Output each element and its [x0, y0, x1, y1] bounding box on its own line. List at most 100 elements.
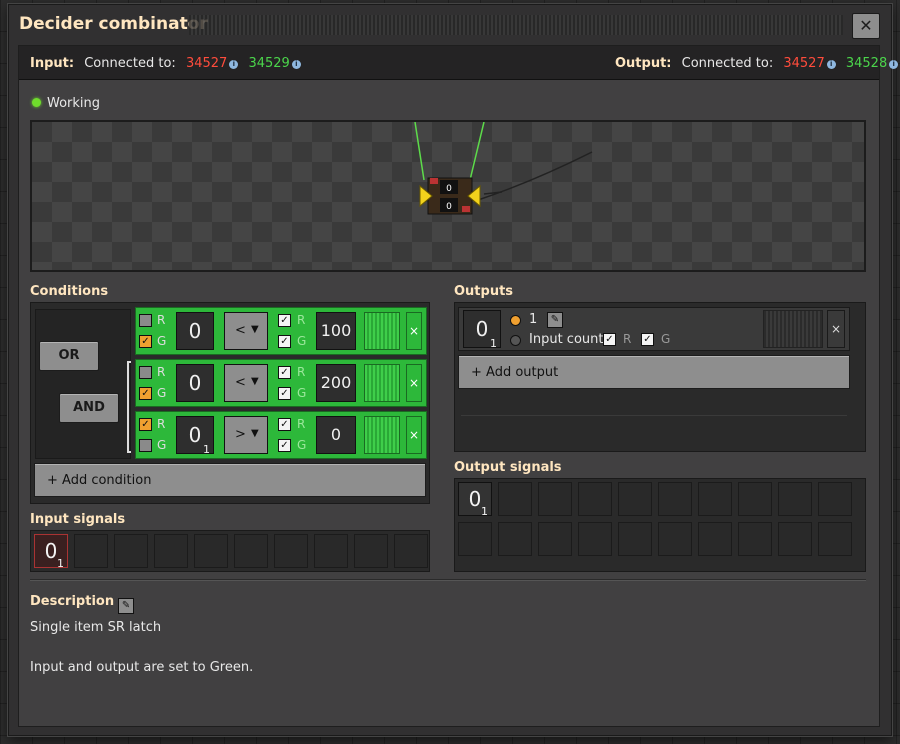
svg-text:0: 0: [446, 202, 452, 212]
left-red-checkbox[interactable]: [139, 314, 152, 327]
info-icon[interactable]: i: [826, 60, 836, 69]
or-button[interactable]: OR: [39, 341, 99, 371]
comparator-value: >: [235, 427, 246, 442]
comparator-dropdown[interactable]: > ▼: [224, 416, 268, 454]
comparator-dropdown[interactable]: < ▼: [224, 364, 268, 402]
condition-drag-handle[interactable]: [364, 364, 400, 402]
info-icon[interactable]: i: [291, 60, 301, 69]
signal-value: 0: [475, 317, 489, 341]
constant-value-field[interactable]: 200: [316, 364, 356, 402]
add-output-label: + Add output: [471, 365, 559, 380]
green-label: G: [157, 438, 167, 452]
output-signal-slot[interactable]: 0 1: [458, 482, 492, 518]
right-red-checkbox[interactable]: ✓: [278, 314, 291, 327]
output-signal-slot[interactable]: 0 1: [463, 310, 501, 350]
info-icon[interactable]: i: [229, 60, 239, 69]
delete-condition-button[interactable]: ×: [406, 416, 422, 454]
divider: [461, 415, 847, 416]
section-divider: [30, 579, 866, 581]
output-green-checkbox[interactable]: ✓: [641, 333, 654, 346]
constant-value-field[interactable]: 0: [316, 416, 356, 454]
left-red-checkbox[interactable]: [139, 366, 152, 379]
left-green-checkbox[interactable]: ✓: [139, 387, 152, 400]
green-label: G: [297, 386, 307, 400]
left-green-checkbox[interactable]: [139, 439, 152, 452]
input-count-radio[interactable]: [510, 335, 521, 346]
close-button[interactable]: ✕: [852, 13, 880, 39]
right-green-checkbox[interactable]: ✓: [278, 335, 291, 348]
outputs-title: Outputs: [454, 284, 514, 299]
right-red-checkbox[interactable]: ✓: [278, 418, 291, 431]
empty-signal-slot: [538, 522, 572, 556]
constant-radio[interactable]: [510, 315, 521, 326]
first-signal-slot[interactable]: 0: [176, 312, 214, 350]
empty-signal-slot: [578, 522, 612, 556]
input-label: Input:: [30, 56, 75, 71]
title-bar[interactable]: Decider combinator ✕: [9, 5, 891, 43]
window-title: Decider combinator: [19, 14, 208, 34]
info-icon[interactable]: i: [889, 60, 899, 69]
status-indicator: Working: [32, 96, 100, 111]
left-green-checkbox[interactable]: ✓: [139, 335, 152, 348]
output-red-network-id: 34527: [783, 56, 825, 71]
first-signal-slot[interactable]: 0: [176, 364, 214, 402]
left-red-checkbox[interactable]: ✓: [139, 418, 152, 431]
empty-signal-slot: [394, 534, 428, 568]
delete-condition-button[interactable]: ×: [406, 364, 422, 402]
input-signal-slot[interactable]: 0 1: [34, 534, 68, 570]
edit-constant-button[interactable]: ✎: [547, 312, 563, 328]
empty-signal-slot: [114, 534, 148, 568]
condition-row: R ✓ G 0 < ▼ ✓ R ✓ G 200 ×: [135, 359, 427, 407]
red-label: R: [157, 417, 166, 431]
green-label: G: [297, 438, 307, 452]
delete-condition-button[interactable]: ×: [406, 312, 422, 350]
right-red-checkbox[interactable]: ✓: [278, 366, 291, 379]
comparator-dropdown[interactable]: < ▼: [224, 312, 268, 350]
first-signal-slot[interactable]: 0 1: [176, 416, 214, 456]
red-label: R: [297, 365, 306, 379]
and-button[interactable]: AND: [59, 393, 119, 423]
description-line-2: Input and output are set to Green.: [30, 660, 254, 675]
status-led-icon: [32, 98, 41, 107]
edit-description-button[interactable]: ✎: [118, 598, 135, 614]
constant-value-field[interactable]: 100: [316, 312, 356, 350]
output-drag-handle[interactable]: [763, 310, 823, 348]
input-connections: Input: Connected to: 34527 i 34529 i: [30, 56, 301, 71]
empty-signal-slot: [698, 522, 732, 556]
condition-drag-handle[interactable]: [364, 416, 400, 454]
empty-signal-slot: [698, 482, 732, 516]
signal-value: 0: [188, 371, 202, 395]
output-row: 0 1 1 ✎ Input count ✓ R ✓ G ×: [458, 307, 850, 351]
signal-value: 0: [188, 319, 202, 343]
add-condition-button[interactable]: + Add condition: [34, 463, 426, 497]
comparator-value: <: [235, 323, 246, 338]
red-label: R: [157, 365, 166, 379]
signal-subscript: 1: [203, 443, 210, 456]
condition-drag-handle[interactable]: [364, 312, 400, 350]
signal-subscript: 1: [490, 337, 497, 350]
description-title: Description: [30, 594, 115, 609]
empty-signal-slot: [498, 522, 532, 556]
drag-handle[interactable]: [189, 15, 843, 35]
green-label: G: [297, 334, 307, 348]
add-output-button[interactable]: + Add output: [458, 355, 850, 389]
output-red-checkbox[interactable]: ✓: [603, 333, 616, 346]
empty-signal-slot: [778, 522, 812, 556]
output-signals-title: Output signals: [454, 460, 562, 475]
right-green-checkbox[interactable]: ✓: [278, 387, 291, 400]
right-green-checkbox[interactable]: ✓: [278, 439, 291, 452]
empty-signal-slot: [458, 522, 492, 556]
empty-signal-slot: [154, 534, 188, 568]
boolean-tree: [35, 309, 131, 459]
green-label: G: [661, 332, 671, 346]
chevron-down-icon: ▼: [251, 324, 259, 335]
input-signals-panel: 0 1: [30, 530, 430, 572]
empty-signal-slot: [818, 482, 852, 516]
entity-preview: 0 0: [30, 120, 866, 272]
conditions-title: Conditions: [30, 284, 109, 299]
green-label: G: [157, 334, 167, 348]
status-text: Working: [47, 96, 101, 111]
chevron-down-icon: ▼: [251, 428, 259, 439]
empty-signal-slot: [738, 482, 772, 516]
delete-output-button[interactable]: ×: [827, 310, 845, 348]
